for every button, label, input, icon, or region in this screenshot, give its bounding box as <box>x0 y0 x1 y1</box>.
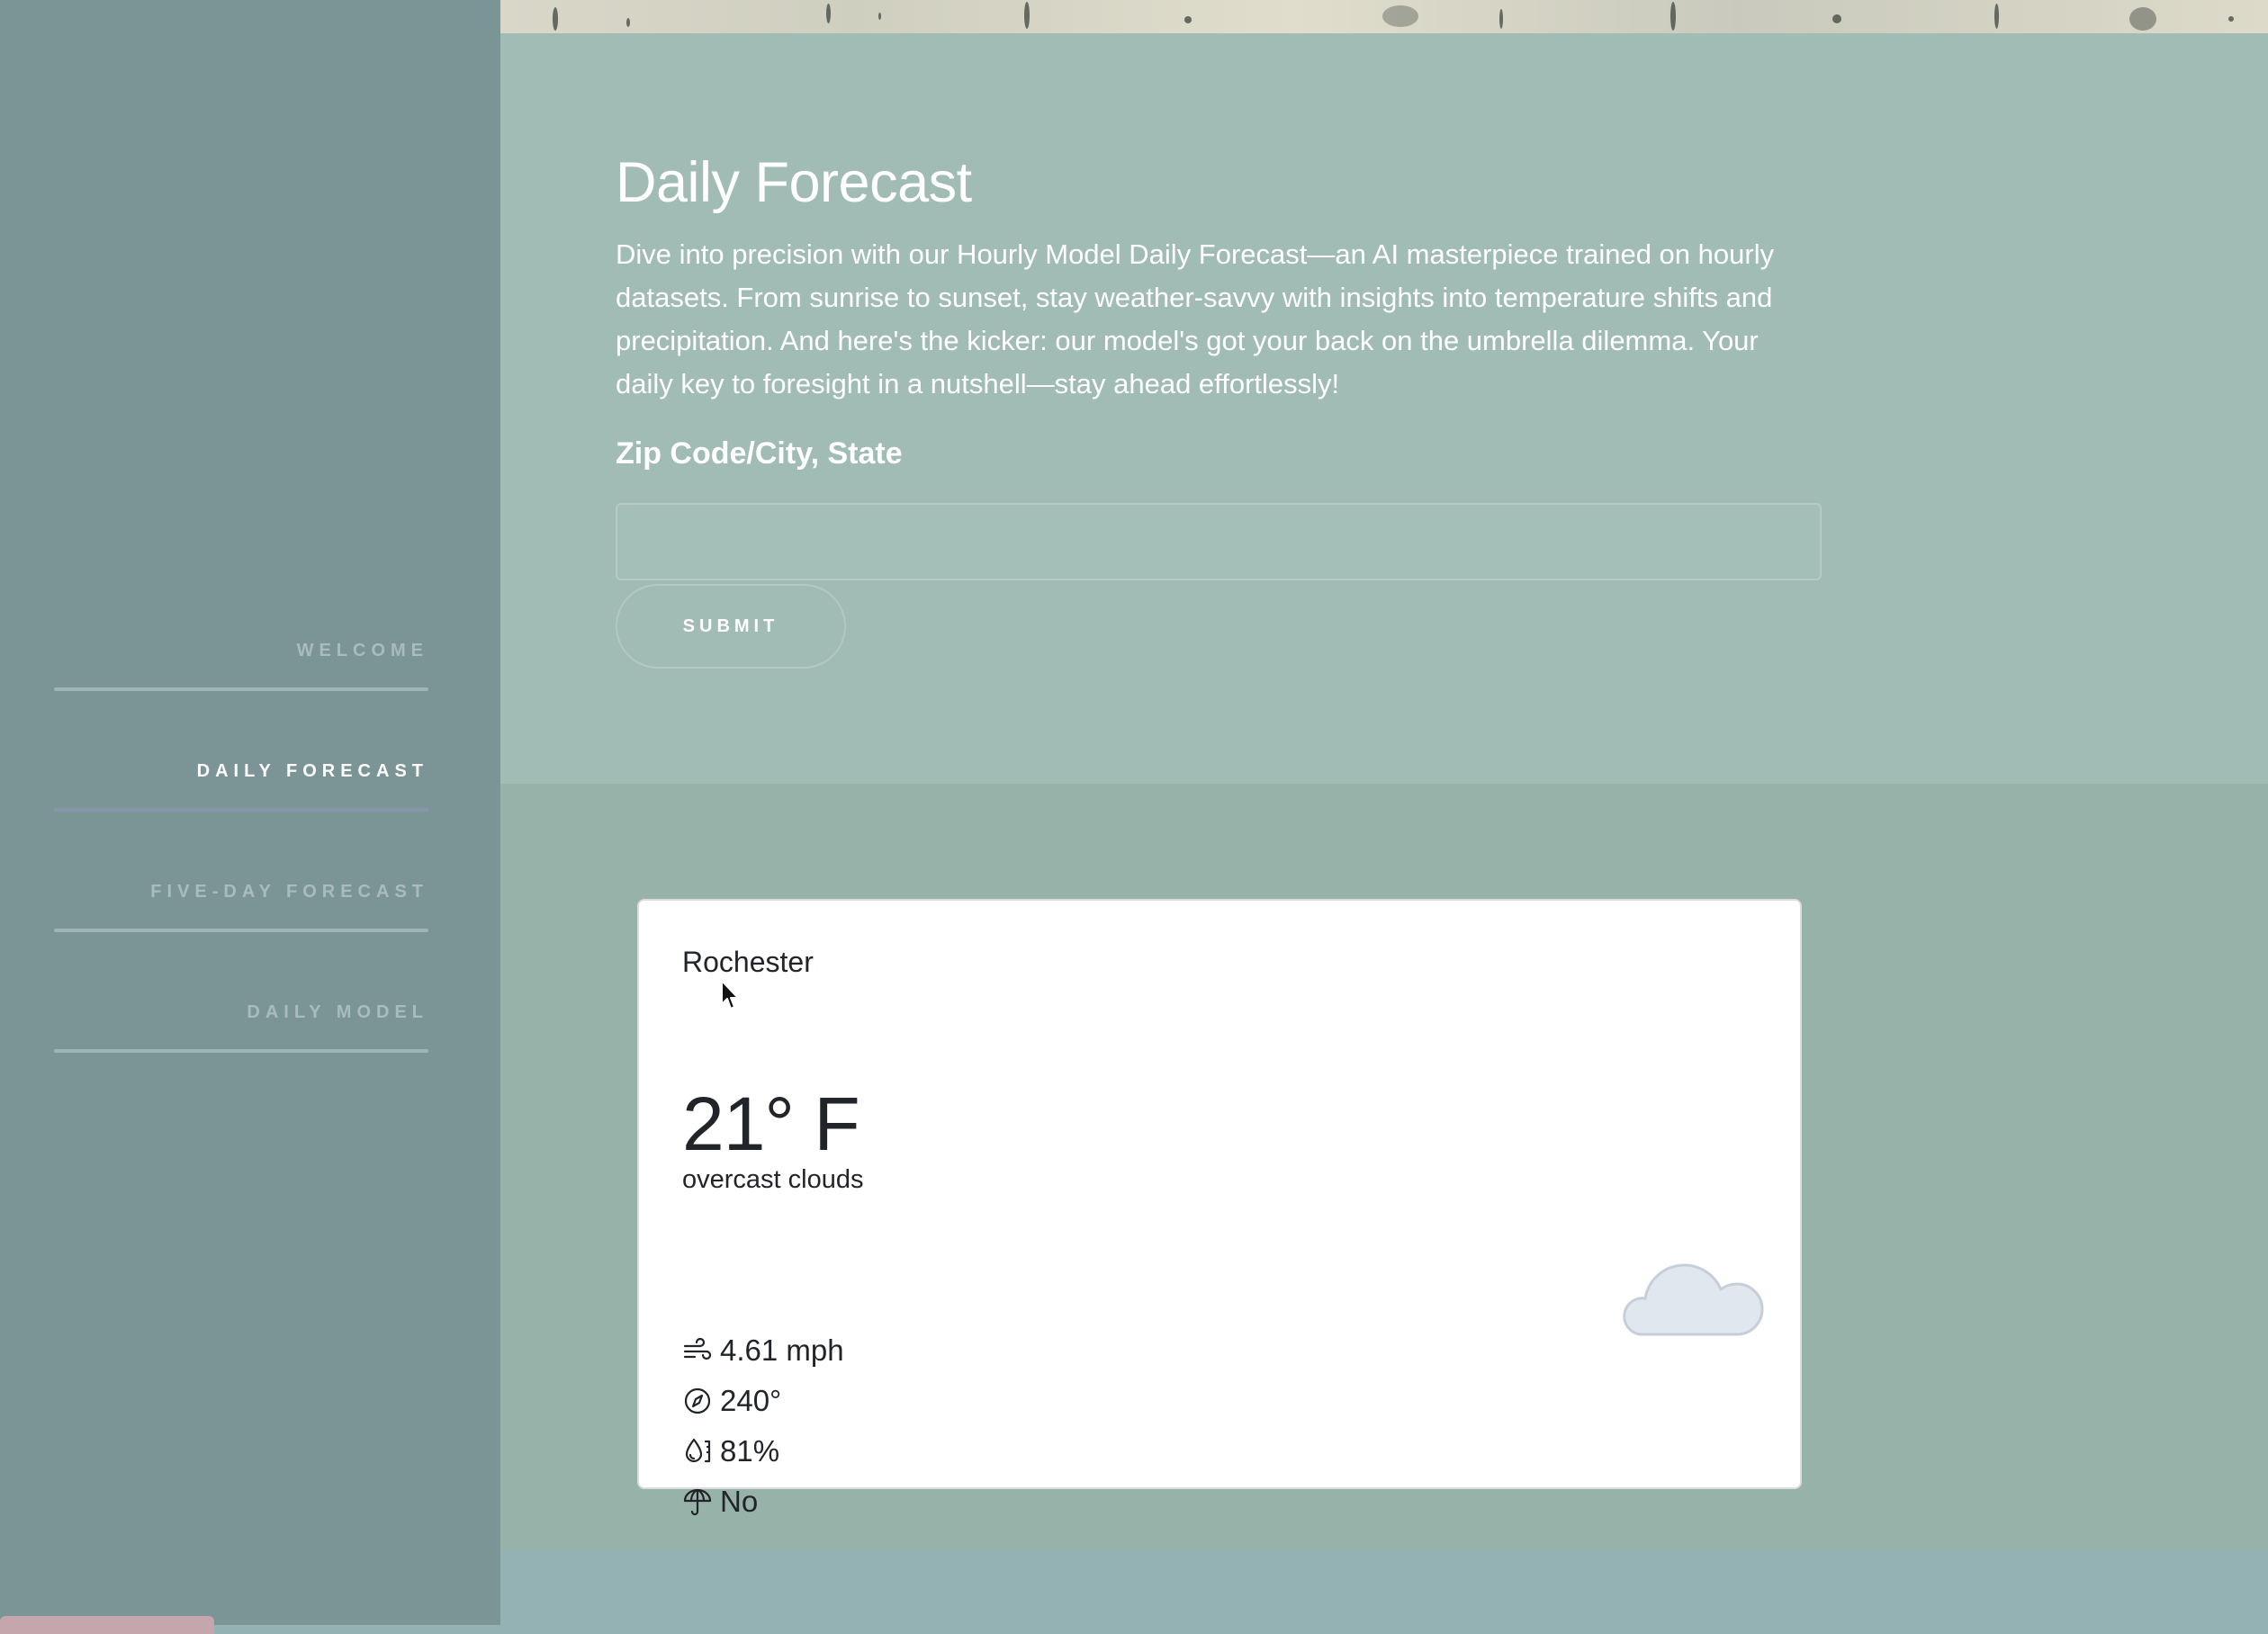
zip-code-input[interactable] <box>616 503 1822 580</box>
sidebar-item-welcome-underline <box>54 687 428 691</box>
zip-code-label: Zip Code/City, State <box>616 436 903 471</box>
page-title: Daily Forecast <box>616 151 972 214</box>
humidity-value: 81% <box>720 1434 780 1468</box>
sidebar-item-daily-model-underline <box>54 1049 428 1053</box>
forecast-intro-section: Daily Forecast Dive into precision with … <box>500 33 2268 784</box>
forecast-result-section: Rochester 21° F overcast clouds 4.61 mph… <box>500 784 2268 1550</box>
weather-card: Rochester 21° F overcast clouds 4.61 mph… <box>637 899 1802 1518</box>
sidebar-item-daily-model[interactable]: DAILY MODEL <box>247 1002 428 1023</box>
wind-speed-row: 4.61 mph <box>682 1331 844 1370</box>
wind-direction-value: 240° <box>720 1384 782 1417</box>
sidebar-item-daily-forecast[interactable]: DAILY FORECAST <box>197 761 428 782</box>
wind-icon <box>682 1335 713 1366</box>
umbrella-icon <box>682 1486 713 1517</box>
bottom-left-tab[interactable] <box>0 1616 214 1634</box>
submit-button[interactable]: SUBMIT <box>616 584 846 669</box>
temperature: 21° F <box>682 1082 860 1166</box>
umbrella-row: No <box>682 1482 758 1522</box>
page-description: Dive into precision with our Hourly Mode… <box>616 238 1775 400</box>
weather-description: overcast clouds <box>682 1165 864 1194</box>
humidity-icon <box>682 1436 713 1467</box>
sidebar-item-five-day-forecast-underline <box>54 929 428 932</box>
hero-image-strip <box>500 0 2268 33</box>
wind-direction-row: 240° <box>682 1381 781 1421</box>
city-name: Rochester <box>682 946 814 978</box>
sidebar: WELCOME DAILY FORECAST FIVE-DAY FORECAST… <box>0 0 500 1634</box>
sidebar-item-daily-forecast-underline <box>54 808 428 812</box>
humidity-row: 81% <box>682 1432 779 1471</box>
umbrella-value: No <box>720 1485 759 1518</box>
mouse-cursor-icon <box>720 979 742 1011</box>
compass-icon <box>682 1386 713 1416</box>
sidebar-item-welcome[interactable]: WELCOME <box>297 641 428 661</box>
cloud-icon <box>1613 1239 1764 1340</box>
wind-speed-value: 4.61 mph <box>720 1333 844 1367</box>
sidebar-item-five-day-forecast[interactable]: FIVE-DAY FORECAST <box>150 882 428 902</box>
